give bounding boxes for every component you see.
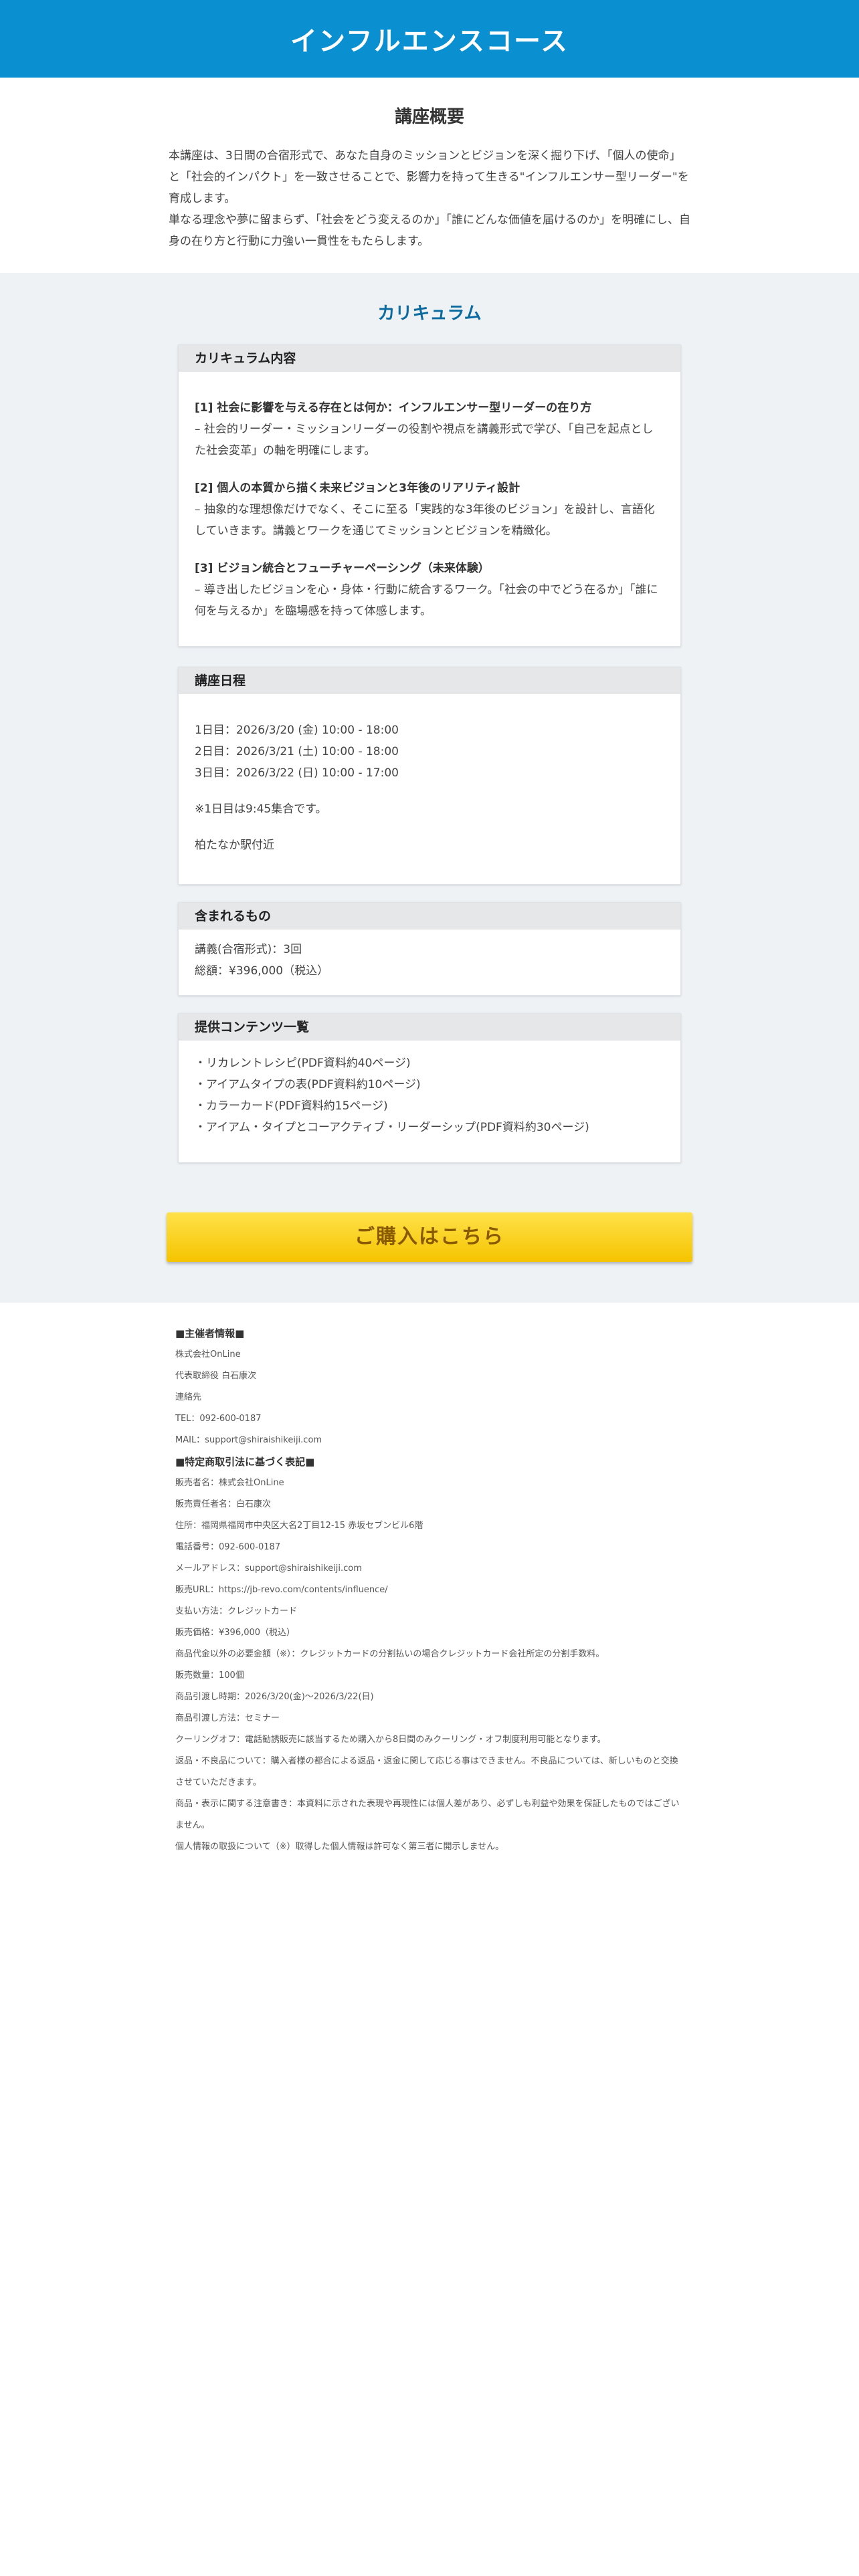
buy-button-wrapper: ご購入はこちら bbox=[0, 1212, 859, 1262]
legal-line: 返品・不良品について：購入者様の都合による返品・返金に関して応じる事はできません… bbox=[175, 1756, 678, 1788]
curriculum-item: [2] 個人の本質から描く未来ビジョンと3年後のリアリティ設計 – 抽象的な理想… bbox=[195, 477, 663, 542]
purchase-button[interactable]: ご購入はこちら bbox=[167, 1212, 692, 1262]
organizer-line: 株式会社OnLine bbox=[175, 1350, 241, 1360]
legal-line: メールアドレス：support@shiraishikeiji.com bbox=[175, 1564, 362, 1574]
curriculum-item: [1] 社会に影響を与える存在とは何か：インフルエンサー型リーダーの在り方 – … bbox=[195, 397, 663, 461]
footer-info-section: ■主催者情報■ 株式会社OnLine 代表取締役 白石康次 連絡先 TEL：09… bbox=[175, 1303, 684, 1858]
materials-heading: 提供コンテンツ一覧 bbox=[179, 1014, 680, 1041]
materials-card: 提供コンテンツ一覧 ・リカレントレシピ(PDF資料約40ページ) ・アイアムタイ… bbox=[178, 1013, 681, 1163]
organizer-line: 連絡先 bbox=[175, 1392, 202, 1402]
overview-paragraph-1: 本講座は、3日間の合宿形式で、あなた自身のミッションとビジョンを深く掘り下げ、「… bbox=[169, 149, 689, 205]
curriculum-item-desc: – 抽象的な理想像だけでなく、そこに至る「実践的な3年後のビジョン」を設計し、言… bbox=[195, 503, 655, 538]
curriculum-title: カリキュラム bbox=[377, 304, 482, 324]
schedule-heading: 講座日程 bbox=[179, 667, 680, 694]
page-title: インフルエンスコース bbox=[290, 26, 569, 57]
legal-line: 支払い方法：クレジットカード bbox=[175, 1606, 298, 1616]
legal-line: 販売責任者名：白石康次 bbox=[175, 1499, 272, 1509]
curriculum-section: カリキュラム カリキュラム内容 [1] 社会に影響を与える存在とは何か：インフル… bbox=[0, 273, 859, 1303]
schedule-day-2: 2日目：2026/3/21 (土) 10:00 - 18:00 bbox=[195, 745, 399, 758]
materials-item: ・アイアムタイプの表(PDF資料約10ページ) bbox=[195, 1078, 421, 1091]
curriculum-contents-heading: カリキュラム内容 bbox=[179, 345, 680, 372]
course-overview-section: 講座概要 本講座は、3日間の合宿形式で、あなた自身のミッションとビジョンを深く掘… bbox=[0, 78, 859, 273]
curriculum-item-title: [3] ビジョン統合とフューチャーペーシング（未来体験） bbox=[195, 562, 490, 575]
legal-line: 住所：福岡県福岡市中央区大名2丁目12-15 赤坂セブンビル6階 bbox=[175, 1521, 423, 1531]
schedule-note: ※1日目は9:45集合です。 bbox=[195, 802, 327, 816]
schedule-card: 講座日程 1日目：2026/3/20 (金) 10:00 - 18:00 2日目… bbox=[178, 667, 681, 885]
schedule-body: 1日目：2026/3/20 (金) 10:00 - 18:00 2日目：2026… bbox=[179, 694, 680, 873]
included-total-price: 総額：¥396,000（税込） bbox=[195, 964, 329, 978]
legal-line: 販売URL：https://jb-revo.com/contents/influ… bbox=[175, 1585, 388, 1595]
legal-line: 販売数量：100個 bbox=[175, 1671, 244, 1681]
curriculum-contents-body: [1] 社会に影響を与える存在とは何か：インフルエンサー型リーダーの在り方 – … bbox=[179, 372, 680, 655]
schedule-location: 柏たなか駅付近 bbox=[195, 839, 274, 852]
page-header: インフルエンスコース bbox=[0, 0, 859, 78]
curriculum-item-title: [1] 社会に影響を与える存在とは何か：インフルエンサー型リーダーの在り方 bbox=[195, 401, 592, 415]
legal-line: 電話番号：092-600-0187 bbox=[175, 1542, 281, 1552]
curriculum-item: [3] ビジョン統合とフューチャーペーシング（未来体験） – 導き出したビジョン… bbox=[195, 558, 663, 622]
organizer-heading: ■主催者情報■ bbox=[175, 1327, 245, 1339]
legal-line: 個人情報の取扱について（※）取得した個人情報は許可なく第三者に開示しません。 bbox=[175, 1842, 504, 1852]
curriculum-item-title: [2] 個人の本質から描く未来ビジョンと3年後のリアリティ設計 bbox=[195, 481, 520, 495]
organizer-line: TEL：092-600-0187 bbox=[175, 1414, 262, 1424]
included-body: 講義(合宿形式)：3回 総額：¥396,000（税込） bbox=[179, 930, 680, 999]
curriculum-contents-card: カリキュラム内容 [1] 社会に影響を与える存在とは何か：インフルエンサー型リー… bbox=[178, 344, 681, 647]
legal-heading: ■特定商取引法に基づく表記■ bbox=[175, 1456, 315, 1468]
materials-item: ・アイアム・タイプとコーアクティブ・リーダーシップ(PDF資料約30ページ) bbox=[195, 1121, 589, 1134]
materials-item: ・カラーカード(PDF資料約15ページ) bbox=[195, 1099, 388, 1113]
included-lectures: 講義(合宿形式)：3回 bbox=[195, 943, 302, 956]
overview-body: 本講座は、3日間の合宿形式で、あなた自身のミッションとビジョンを深く掘り下げ、「… bbox=[169, 145, 690, 252]
curriculum-item-desc: – 社会的リーダー・ミッションリーダーの役割や視点を講義形式で学び、「自己を起点… bbox=[195, 423, 654, 457]
overview-paragraph-2: 単なる理念や夢に留まらず、「社会をどう変えるのか」「誰にどんな価値を届けるのか」… bbox=[169, 213, 690, 248]
materials-item: ・リカレントレシピ(PDF資料約40ページ) bbox=[195, 1057, 411, 1070]
legal-line: 販売者名：株式会社OnLine bbox=[175, 1478, 284, 1488]
legal-line: 商品引渡し方法：セミナー bbox=[175, 1713, 280, 1723]
organizer-line: 代表取締役 白石康次 bbox=[175, 1371, 257, 1381]
legal-line: 商品引渡し時期：2026/3/20(金)〜2026/3/22(日) bbox=[175, 1692, 374, 1702]
legal-line: 商品代金以外の必要金額（※）：クレジットカードの分割払いの場合クレジットカード会… bbox=[175, 1649, 605, 1659]
curriculum-item-desc: – 導き出したビジョンを心・身体・行動に統合するワーク。「社会の中でどう在るか」… bbox=[195, 583, 658, 618]
schedule-day-1: 1日目：2026/3/20 (金) 10:00 - 18:00 bbox=[195, 724, 399, 737]
page: インフルエンスコース 講座概要 本講座は、3日間の合宿形式で、あなた自身のミッシ… bbox=[0, 0, 859, 2576]
included-heading: 含まれるもの bbox=[179, 903, 680, 930]
legal-line: クーリングオフ：電話勧誘販売に該当するため購入から8日間のみクーリング・オフ制度… bbox=[175, 1735, 606, 1745]
included-card: 含まれるもの 講義(合宿形式)：3回 総額：¥396,000（税込） bbox=[178, 902, 681, 996]
organizer-line: MAIL：support@shiraishikeiji.com bbox=[175, 1435, 322, 1445]
legal-line: 商品・表示に関する注意書き：本資料に示された表現や再現性には個人差があり、必ずし… bbox=[175, 1799, 680, 1830]
legal-line: 販売価格：¥396,000（税込） bbox=[175, 1628, 296, 1638]
overview-title: 講座概要 bbox=[394, 107, 464, 127]
schedule-day-3: 3日目：2026/3/22 (日) 10:00 - 17:00 bbox=[195, 766, 399, 780]
materials-body: ・リカレントレシピ(PDF資料約40ページ) ・アイアムタイプの表(PDF資料約… bbox=[179, 1041, 680, 1156]
